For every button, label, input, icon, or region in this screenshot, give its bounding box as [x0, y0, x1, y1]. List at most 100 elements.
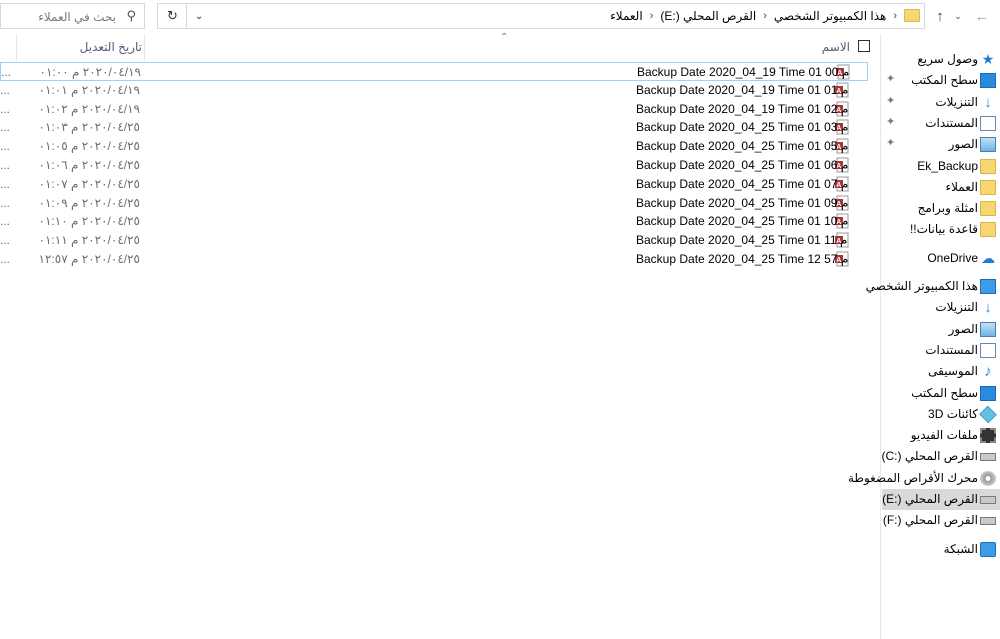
sidebar-item[interactable]: ☁ OneDrive	[882, 248, 1000, 269]
arrow-up-icon: ↑	[936, 7, 944, 25]
sidebar-item[interactable]: القرص المحلي (:C)	[881, 446, 1000, 467]
pin-icon[interactable]: ✦	[886, 94, 895, 107]
file-row[interactable]: ABackup Date 2020_04_19 Time 01 01 م٢٠٢٠…	[0, 81, 868, 100]
pin-icon[interactable]: ✦	[886, 115, 895, 128]
select-all-checkbox[interactable]	[858, 40, 870, 52]
sidebar-item-label: محرك الأقراص المضغوطة	[847, 470, 978, 485]
column-header-row: الاسم تاريخ التعديل النوع	[0, 34, 880, 60]
column-header-date[interactable]: تاريخ التعديل	[20, 40, 142, 54]
file-row[interactable]: ABackup Date 2020_04_25 Time 01 07 م٢٠٢٠…	[0, 175, 868, 194]
file-row[interactable]: ABackup Date 2020_04_25 Time 01 11 م٢٠٢٠…	[0, 231, 868, 250]
file-name: Backup Date 2020_04_25 Time 01 09 م	[636, 195, 848, 210]
sidebar-item[interactable]: العملاء	[882, 177, 1000, 198]
sidebar-item[interactable]: سطح المكتب ✦	[882, 70, 1000, 91]
sidebar-item-label: العملاء	[945, 179, 978, 194]
file-type: ...	[0, 195, 11, 210]
file-row[interactable]: ABackup Date 2020_04_25 Time 01 05 م٢٠٢٠…	[0, 137, 868, 156]
sidebar-item[interactable]: الشبكة	[882, 539, 1000, 560]
sidebar-item[interactable]: المستندات	[882, 340, 1000, 361]
file-row[interactable]: ABackup Date 2020_04_25 Time 12 57 م٢٠٢٠…	[0, 250, 868, 269]
arrow-left-icon: ←	[974, 7, 990, 25]
address-bar[interactable]: ‹ هذا الكمبيوتر الشخصي ‹ القرص المحلي (:…	[157, 3, 925, 29]
sidebar-item[interactable]: المستندات ✦	[882, 113, 1000, 134]
file-row[interactable]: ABackup Date 2020_04_25 Time 01 06 م٢٠٢٠…	[0, 156, 868, 175]
cube-icon	[979, 405, 997, 424]
pictures-icon	[980, 321, 996, 337]
search-box[interactable]: ⚲ بحث في العملاء	[0, 3, 145, 29]
drive-icon	[980, 453, 996, 462]
chevron-icon[interactable]: ‹	[647, 10, 657, 22]
sidebar-item[interactable]: محرك الأقراص المضغوطة	[848, 468, 1000, 489]
sidebar-item-label: التنزيلات	[935, 300, 978, 315]
breadcrumb-clients[interactable]: العملاء	[606, 9, 647, 23]
folder-icon	[980, 158, 996, 174]
breadcrumb: ‹ هذا الكمبيوتر الشخصي ‹ القرص المحلي (:…	[606, 9, 900, 23]
breadcrumb-drive-e[interactable]: القرص المحلي (:E)	[656, 9, 760, 23]
file-type: ...	[0, 214, 11, 229]
column-header-name[interactable]: الاسم	[822, 40, 850, 54]
file-row[interactable]: ABackup Date 2020_04_25 Time 01 09 م٢٠٢٠…	[0, 194, 868, 213]
sidebar-item[interactable]: القرص المحلي (:F)	[882, 510, 1000, 531]
file-type: ...	[0, 82, 11, 97]
refresh-button[interactable]: ↻	[159, 4, 187, 28]
file-row[interactable]: ABackup Date 2020_04_19 Time 01 02 م٢٠٢٠…	[0, 100, 868, 119]
download-icon: ↓	[984, 93, 992, 111]
file-date-modified: ٢٠٢٠/٠٤/٢٥ م ٠١:١٠	[38, 214, 140, 229]
file-name: Backup Date 2020_04_19 Time 01 02 م	[636, 101, 848, 116]
recent-locations-button[interactable]: ⌄	[952, 5, 964, 27]
file-date-modified: ٢٠٢٠/٠٤/١٩ م ٠١:٠١	[38, 82, 140, 97]
sidebar-item-label: الموسيقى	[928, 364, 978, 379]
sidebar-item[interactable]: الصور ✦	[882, 134, 1000, 155]
chevron-icon[interactable]: ‹	[760, 10, 770, 22]
file-row[interactable]: ABackup Date 2020_04_25 Time 01 10 م٢٠٢٠…	[0, 212, 868, 231]
documents-icon	[980, 115, 996, 131]
sidebar-item[interactable]: ↓ التنزيلات ✦	[882, 92, 1000, 113]
file-name: Backup Date 2020_04_25 Time 01 03 م	[636, 120, 848, 135]
file-type: ...	[0, 176, 11, 191]
sidebar-item[interactable]: هذا الكمبيوتر الشخصي	[866, 276, 1000, 297]
file-row[interactable]: ABackup Date 2020_04_25 Time 01 03 م٢٠٢٠…	[0, 118, 868, 137]
folder-icon	[904, 9, 920, 22]
sidebar-item[interactable]: القرص المحلي (:E)	[882, 489, 1000, 510]
file-name: Backup Date 2020_04_25 Time 01 11 م	[636, 233, 847, 248]
pin-icon[interactable]: ✦	[886, 72, 895, 85]
sidebar-item-label: Ek_Backup	[917, 158, 978, 173]
search-input[interactable]: بحث في العملاء	[38, 10, 116, 24]
sidebar-item-label: الصور	[948, 321, 978, 336]
column-divider[interactable]	[144, 34, 145, 60]
back-button[interactable]: ←	[970, 5, 994, 27]
chevron-icon[interactable]: ‹	[890, 10, 900, 22]
refresh-icon: ↻	[167, 8, 178, 23]
sidebar-item[interactable]: امثلة وبرامج	[882, 198, 1000, 219]
sidebar-item-label: امثلة وبرامج	[917, 201, 978, 216]
file-name: Backup Date 2020_04_25 Time 01 10 م	[636, 214, 848, 229]
file-row[interactable]: ABackup Date 2020_04_19 Time 01 00 م٢٠٢٠…	[0, 62, 868, 81]
up-button[interactable]: ↑	[932, 5, 948, 27]
sidebar-item-label: الشبكة	[943, 542, 978, 556]
sidebar-item[interactable]: كائنات 3D	[882, 404, 1000, 425]
sidebar-item-label: قاعدة بيانات!!	[909, 222, 978, 237]
sidebar-item[interactable]: قاعدة بيانات!!	[882, 219, 1000, 240]
file-date-modified: ٢٠٢٠/٠٤/١٩ م ٠١:٠٠	[39, 65, 141, 79]
sidebar-item[interactable]: ★ وصول سريع	[882, 49, 1000, 70]
sidebar-item[interactable]: سطح المكتب	[882, 383, 1000, 404]
pin-icon[interactable]: ✦	[886, 136, 895, 149]
sidebar-item[interactable]: ↓ التنزيلات	[882, 297, 1000, 318]
cd-drive-icon	[980, 470, 996, 486]
sidebar-item[interactable]: ملفات الفيديو	[882, 425, 1000, 446]
sidebar-item-label: القرص المحلي (:C)	[881, 449, 978, 464]
sidebar-item[interactable]: Ek_Backup	[882, 156, 1000, 177]
file-type: ...	[0, 251, 11, 266]
file-type: ...	[0, 157, 11, 172]
address-dropdown-button[interactable]: ⌄	[188, 4, 210, 28]
folder-icon	[980, 179, 996, 195]
sidebar-item-label: القرص المحلي (:F)	[882, 513, 978, 528]
file-date-modified: ٢٠٢٠/٠٤/٢٥ م ٠١:٠٦	[38, 157, 140, 172]
sidebar-item[interactable]: ♪ الموسيقى	[882, 361, 1000, 382]
breadcrumb-this-pc[interactable]: هذا الكمبيوتر الشخصي	[770, 9, 890, 23]
column-divider[interactable]	[16, 34, 17, 60]
file-name: Backup Date 2020_04_25 Time 12 57 م	[636, 251, 848, 266]
folder-icon	[980, 222, 996, 238]
desktop-icon	[980, 385, 996, 401]
sidebar-item[interactable]: الصور	[882, 319, 1000, 340]
